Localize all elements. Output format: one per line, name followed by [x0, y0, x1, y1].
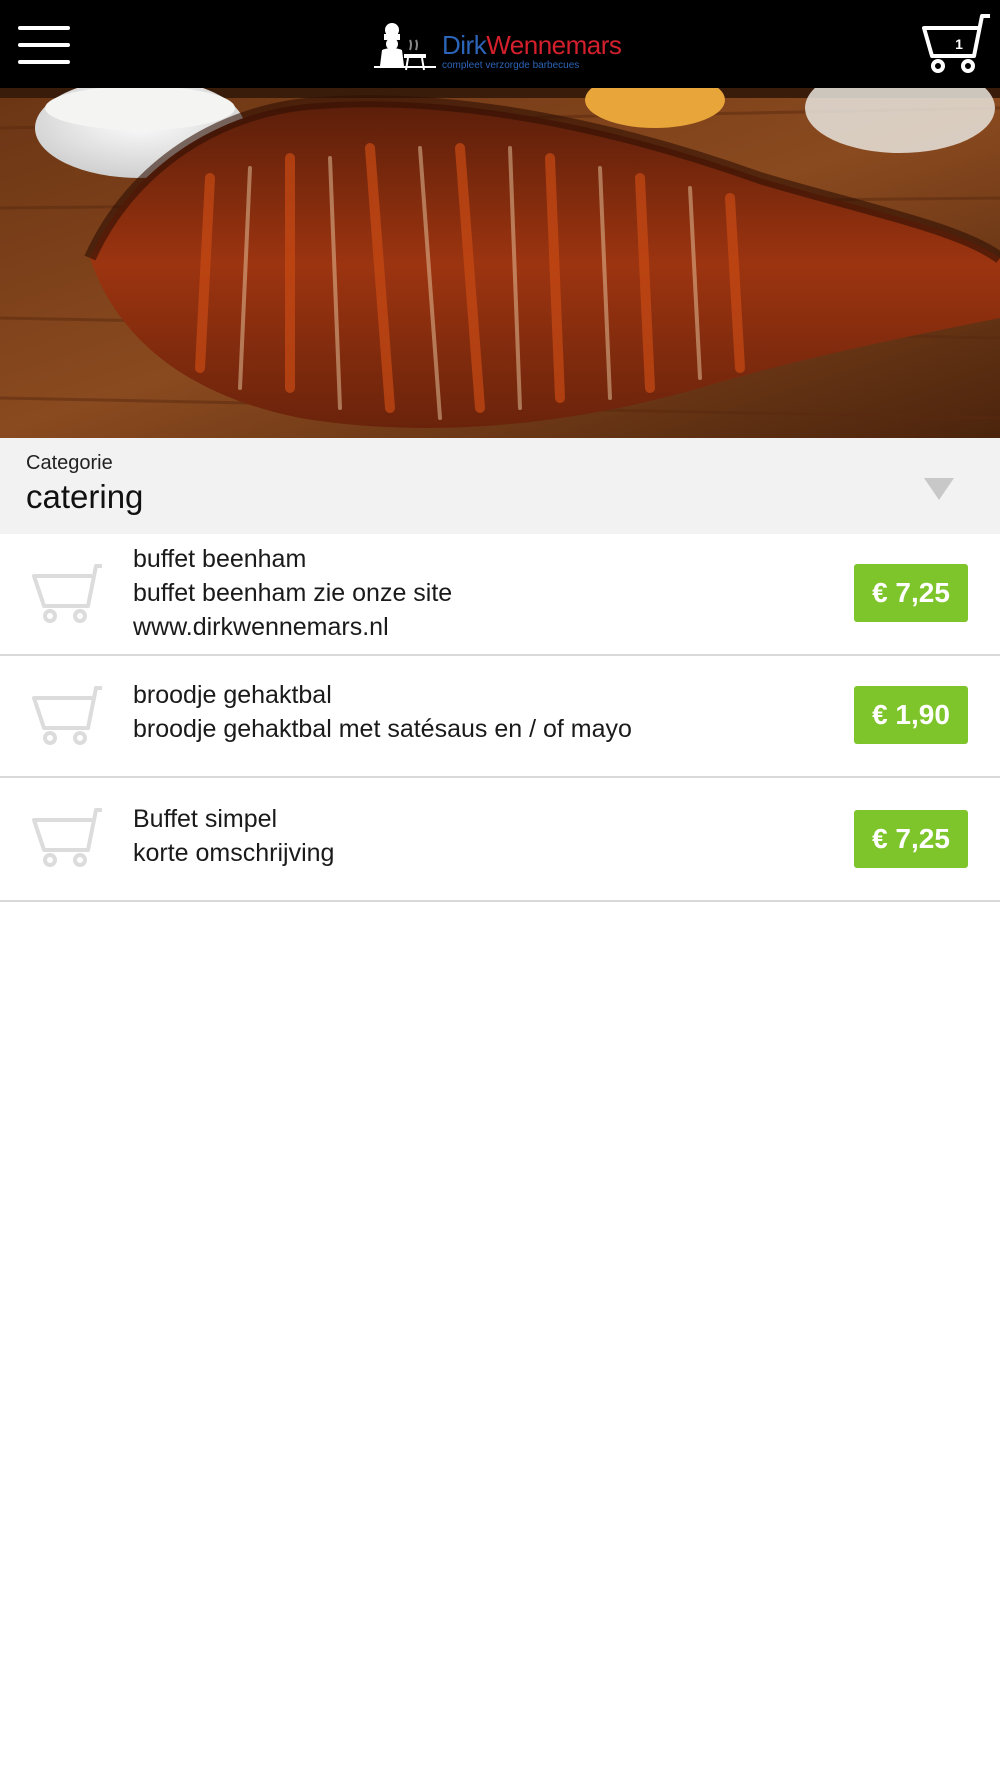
- product-row[interactable]: Buffet simpel korte omschrijving € 7,25: [0, 778, 1000, 902]
- hero-image-ribs: [0, 88, 1000, 438]
- product-name: Buffet simpel: [133, 805, 278, 833]
- category-select[interactable]: Categorie catering: [0, 438, 1000, 534]
- product-name: broodje gehaktbal: [133, 681, 332, 709]
- app-header: DirkWennemars compleet verzorgde barbecu…: [0, 0, 1000, 88]
- add-to-cart-icon[interactable]: [30, 806, 106, 870]
- cart-count-badge: 1: [955, 36, 963, 52]
- brand-name-last: Wennemars: [486, 30, 622, 60]
- product-name: buffet beenham: [133, 545, 307, 573]
- product-price-button[interactable]: € 7,25: [854, 810, 968, 868]
- hamburger-menu-icon[interactable]: [18, 26, 70, 64]
- add-to-cart-icon[interactable]: [30, 684, 106, 748]
- product-description: broodje gehaktbal met satésaus en / of m…: [133, 715, 632, 743]
- product-price-button[interactable]: € 7,25: [854, 564, 968, 622]
- product-info: Buffet simpel korte omschrijving: [133, 802, 833, 870]
- add-to-cart-icon[interactable]: [30, 562, 106, 626]
- category-label: Categorie: [26, 452, 113, 474]
- brand-name: DirkWennemars: [442, 30, 622, 61]
- triangle-down-icon: [924, 478, 954, 500]
- product-row[interactable]: buffet beenham buffet beenham zie onze s…: [0, 534, 1000, 656]
- brand-logo[interactable]: DirkWennemars compleet verzorgde barbecu…: [370, 20, 640, 72]
- brand-name-first: Dirk: [442, 30, 487, 60]
- product-info: buffet beenham buffet beenham zie onze s…: [133, 542, 833, 644]
- product-row[interactable]: broodje gehaktbal broodje gehaktbal met …: [0, 656, 1000, 778]
- shopping-cart-button[interactable]: 1: [920, 12, 992, 76]
- product-description: korte omschrijving: [133, 839, 335, 867]
- category-value: catering: [26, 478, 144, 515]
- product-price-button[interactable]: € 1,90: [854, 686, 968, 744]
- product-info: broodje gehaktbal broodje gehaktbal met …: [133, 678, 833, 746]
- chef-mascot-icon: [374, 23, 436, 71]
- brand-tagline: compleet verzorgde barbecues: [442, 60, 580, 71]
- product-description: buffet beenham zie onze site www.dirkwen…: [133, 579, 453, 641]
